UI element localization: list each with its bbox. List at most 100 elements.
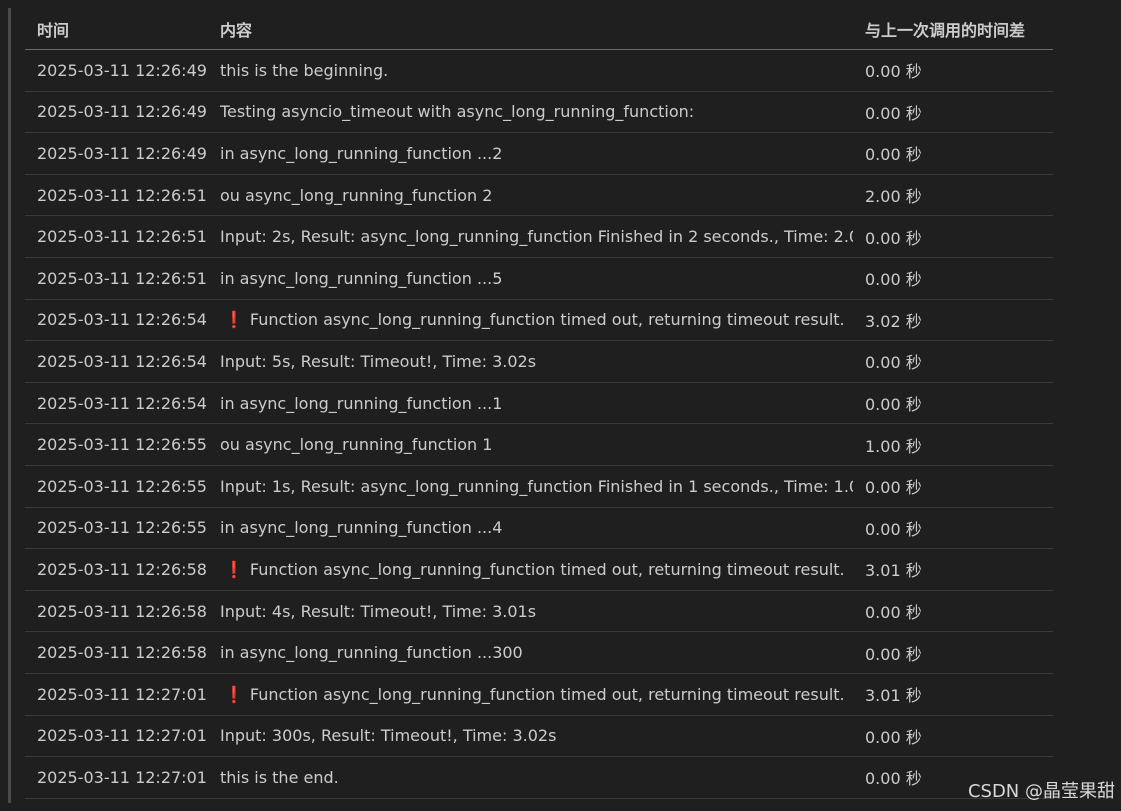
cell-content: this is the beginning.	[208, 49, 853, 92]
table-row: 2025-03-11 12:26:49 this is the beginning…	[25, 49, 1053, 92]
cell-content: this is the end.	[208, 756, 853, 799]
cell-time-diff: 0.00 秒	[853, 631, 1053, 674]
table-row: 2025-03-11 12:27:01 Input: 300s, Result: …	[25, 715, 1053, 758]
cell-time-diff: 0.00 秒	[853, 257, 1053, 300]
cell-content-text: Function async_long_running_function tim…	[249, 559, 845, 579]
cell-content-text: Testing asyncio_timeout with async_long_…	[220, 102, 695, 122]
cell-time-diff: 0.00 秒	[853, 465, 1053, 508]
cell-time-diff: 0.00 秒	[853, 91, 1053, 134]
table-row: 2025-03-11 12:27:01 ❗ Function async_long_…	[25, 673, 1053, 716]
cell-time-diff: 0.00 秒	[853, 215, 1053, 258]
header-content: 内容	[208, 8, 853, 50]
cell-content-text: ou async_long_running_function 2	[220, 185, 493, 205]
cell-content: in async_long_running_function ...5	[208, 257, 853, 300]
cell-time: 2025-03-11 12:27:01	[25, 673, 208, 716]
cell-time: 2025-03-11 12:26:49	[25, 49, 208, 92]
cell-content-text: this is the beginning.	[220, 60, 389, 80]
cell-time-diff: 0.00 秒	[853, 49, 1053, 92]
cell-time: 2025-03-11 12:26:51	[25, 257, 208, 300]
header-time-diff: 与上一次调用的时间差	[853, 8, 1053, 50]
table-row: 2025-03-11 12:26:54 in async_long_running…	[25, 382, 1053, 425]
cell-time: 2025-03-11 12:27:01	[25, 715, 208, 758]
cell-time-diff: 2.00 秒	[853, 174, 1053, 217]
cell-content-text: in async_long_running_function ...4	[220, 518, 503, 538]
table-row: 2025-03-11 12:26:51 Input: 2s, Result: as…	[25, 215, 1053, 258]
cell-time-diff: 0.00 秒	[853, 382, 1053, 425]
cell-time: 2025-03-11 12:26:55	[25, 423, 208, 466]
cell-content-text: this is the end.	[220, 767, 339, 787]
cell-time: 2025-03-11 12:26:55	[25, 465, 208, 508]
table-row: 2025-03-11 12:26:55 ou async_long_running…	[25, 423, 1053, 466]
cell-content-text: Input: 300s, Result: Timeout!, Time: 3.0…	[220, 726, 557, 746]
cell-content: Input: 300s, Result: Timeout!, Time: 3.0…	[208, 715, 853, 758]
cell-content: in async_long_running_function ...2	[208, 132, 853, 175]
cell-content: Input: 2s, Result: async_long_running_fu…	[208, 215, 853, 258]
cell-content-text: in async_long_running_function ...1	[220, 393, 503, 413]
cell-time: 2025-03-11 12:26:55	[25, 507, 208, 550]
cell-content-text: Function async_long_running_function tim…	[249, 310, 845, 330]
cell-content-text: in async_long_running_function ...2	[220, 143, 503, 163]
cell-content: ❗ Function async_long_running_function ti…	[208, 548, 853, 591]
table-row: 2025-03-11 12:26:58 in async_long_running…	[25, 631, 1053, 674]
cell-content-text: Input: 1s, Result: async_long_running_fu…	[220, 476, 853, 496]
cell-time-diff: 3.01 秒	[853, 548, 1053, 591]
cell-time-diff: 3.02 秒	[853, 299, 1053, 342]
warning-exclamation-icon: ❗	[224, 559, 244, 579]
cell-time: 2025-03-11 12:26:49	[25, 91, 208, 134]
cell-content: Input: 1s, Result: async_long_running_fu…	[208, 465, 853, 508]
cell-time: 2025-03-11 12:26:51	[25, 174, 208, 217]
log-view: 时间 内容 与上一次调用的时间差 2025-03-11 12:26:49 this…	[0, 0, 1121, 811]
cell-time: 2025-03-11 12:26:58	[25, 631, 208, 674]
cell-content: ou async_long_running_function 1	[208, 423, 853, 466]
cell-time: 2025-03-11 12:26:54	[25, 340, 208, 383]
cell-time: 2025-03-11 12:26:51	[25, 215, 208, 258]
cell-content-text: Input: 5s, Result: Timeout!, Time: 3.02s	[220, 351, 537, 371]
cell-content-text: Input: 4s, Result: Timeout!, Time: 3.01s	[220, 601, 537, 621]
table-row: 2025-03-11 12:26:54 Input: 5s, Result: Ti…	[25, 340, 1053, 383]
cell-content: in async_long_running_function ...300	[208, 631, 853, 674]
cell-content: ❗ Function async_long_running_function ti…	[208, 299, 853, 342]
header-time: 时间	[25, 8, 208, 50]
cell-content-text: in async_long_running_function ...300	[220, 643, 523, 663]
log-table: 时间 内容 与上一次调用的时间差 2025-03-11 12:26:49 this…	[25, 8, 1053, 799]
table-row: 2025-03-11 12:26:49 Testing asyncio_timeo…	[25, 91, 1053, 134]
cell-time-diff: 0.00 秒	[853, 340, 1053, 383]
cell-content: in async_long_running_function ...1	[208, 382, 853, 425]
cell-time-diff: 0.00 秒	[853, 590, 1053, 633]
cell-time-diff: 3.01 秒	[853, 673, 1053, 716]
cell-content-text: in async_long_running_function ...5	[220, 268, 503, 288]
table-row: 2025-03-11 12:27:01 this is the end. 0.00 …	[25, 756, 1053, 799]
cell-time-diff: 0.00 秒	[853, 132, 1053, 175]
cell-time: 2025-03-11 12:26:49	[25, 132, 208, 175]
cell-content: ❗ Function async_long_running_function ti…	[208, 673, 853, 716]
warning-exclamation-icon: ❗	[224, 310, 244, 330]
cell-content: in async_long_running_function ...4	[208, 507, 853, 550]
table-row: 2025-03-11 12:26:58 Input: 4s, Result: Ti…	[25, 590, 1053, 633]
cell-content: Input: 4s, Result: Timeout!, Time: 3.01s	[208, 590, 853, 633]
cell-content-text: Function async_long_running_function tim…	[249, 684, 845, 704]
cell-time: 2025-03-11 12:27:01	[25, 756, 208, 799]
table-row: 2025-03-11 12:26:55 Input: 1s, Result: as…	[25, 465, 1053, 508]
cell-content: Testing asyncio_timeout with async_long_…	[208, 91, 853, 134]
cell-content-text: Input: 2s, Result: async_long_running_fu…	[220, 227, 853, 247]
table-row: 2025-03-11 12:26:58 ❗ Function async_long_…	[25, 548, 1053, 591]
table-row: 2025-03-11 12:26:51 in async_long_running…	[25, 257, 1053, 300]
cell-time: 2025-03-11 12:26:54	[25, 382, 208, 425]
table-row: 2025-03-11 12:26:49 in async_long_running…	[25, 132, 1053, 175]
cell-time-diff: 1.00 秒	[853, 423, 1053, 466]
watermark: CSDN @晶莹果甜	[967, 781, 1115, 802]
cell-time: 2025-03-11 12:26:54	[25, 299, 208, 342]
cell-time: 2025-03-11 12:26:58	[25, 590, 208, 633]
cell-time: 2025-03-11 12:26:58	[25, 548, 208, 591]
table-row: 2025-03-11 12:26:54 ❗ Function async_long_…	[25, 299, 1053, 342]
cell-content: Input: 5s, Result: Timeout!, Time: 3.02s	[208, 340, 853, 383]
scroll-gutter	[8, 8, 11, 803]
cell-time-diff: 0.00 秒	[853, 715, 1053, 758]
table-row: 2025-03-11 12:26:55 in async_long_running…	[25, 507, 1053, 550]
cell-content-text: ou async_long_running_function 1	[220, 435, 493, 455]
table-header-row: 时间 内容 与上一次调用的时间差	[25, 8, 1053, 50]
cell-time-diff: 0.00 秒	[853, 507, 1053, 550]
table-row: 2025-03-11 12:26:51 ou async_long_running…	[25, 174, 1053, 217]
warning-exclamation-icon: ❗	[224, 684, 244, 704]
cell-content: ou async_long_running_function 2	[208, 174, 853, 217]
